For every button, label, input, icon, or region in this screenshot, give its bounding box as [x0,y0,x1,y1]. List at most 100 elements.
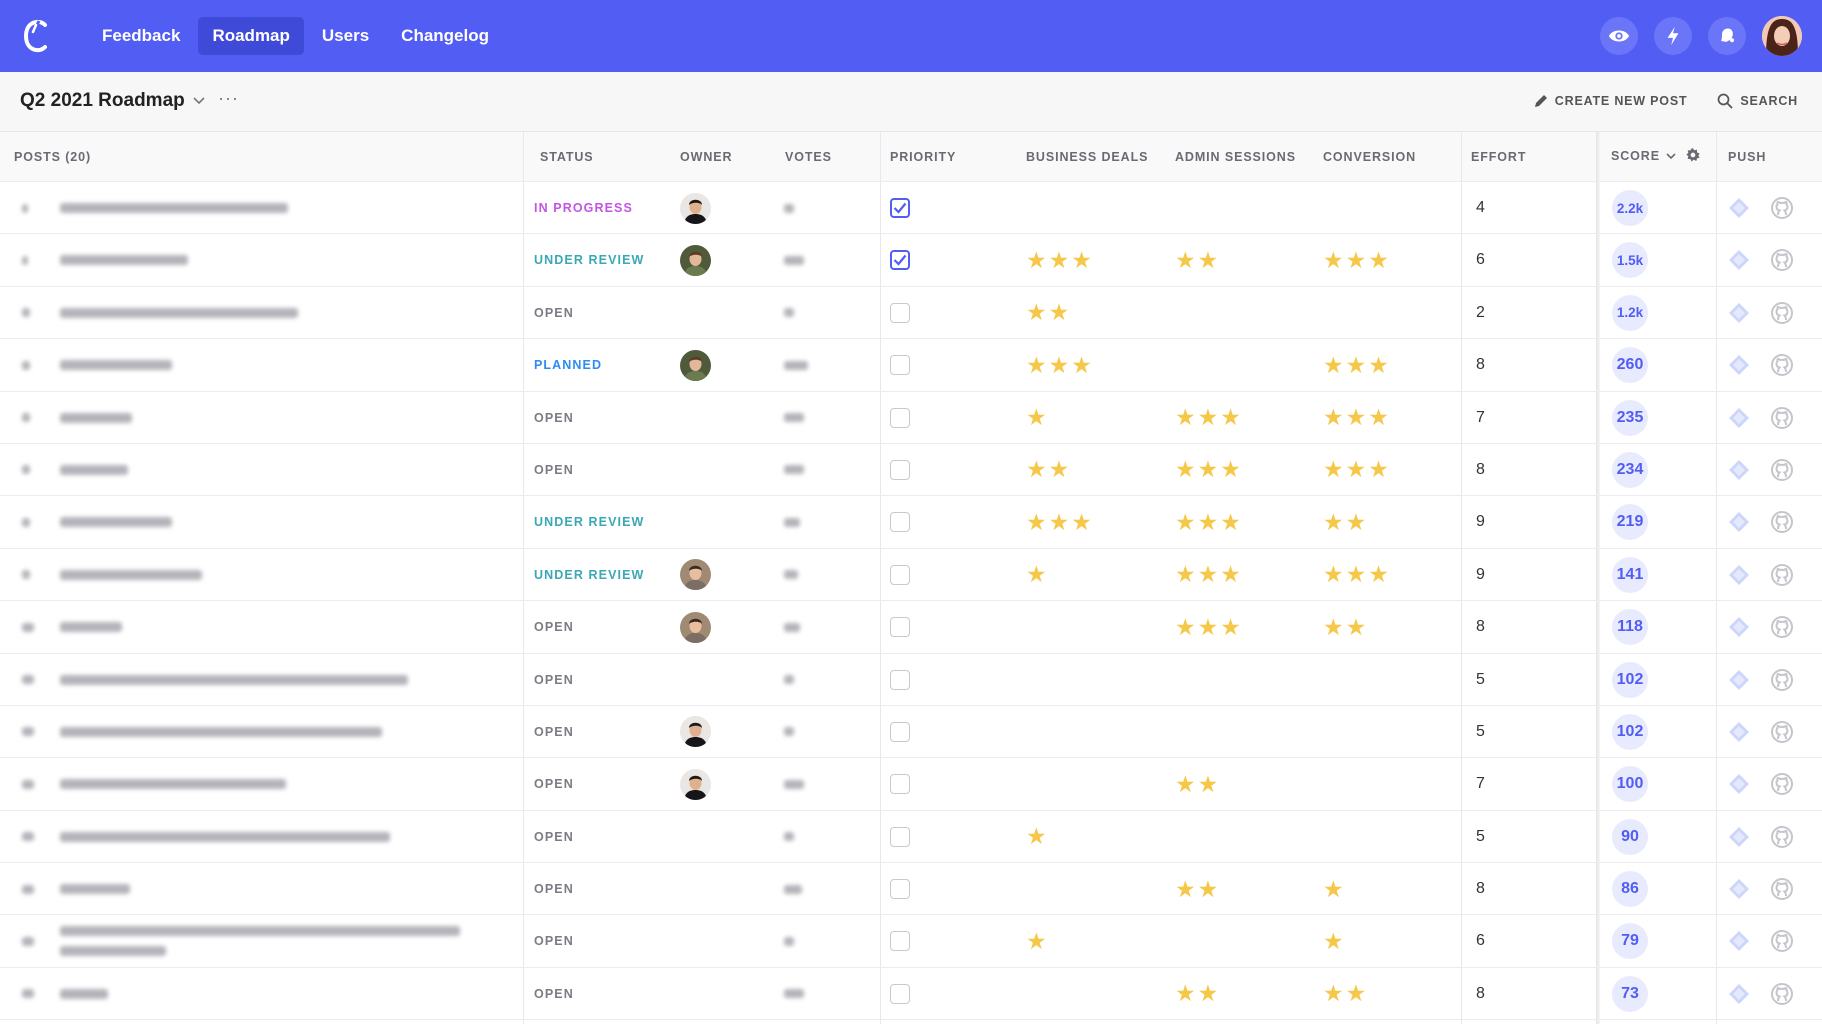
status-label[interactable]: OPEN [534,863,574,915]
admin-sessions-rating[interactable]: ★★ [1175,234,1220,286]
effort-value[interactable]: 8 [1476,444,1485,496]
owner-cell[interactable] [680,234,711,286]
owner-avatar[interactable] [680,349,711,381]
column-header-status[interactable]: STATUS [540,150,594,164]
push-integration-diamond-icon[interactable] [1728,407,1750,429]
owner-cell[interactable] [680,339,711,391]
table-row[interactable]: PLANNED ★★★ ★★★ 8 260 [0,339,1822,392]
table-row[interactable]: OPEN 5 102 [0,654,1822,706]
status-label[interactable]: OPEN [534,654,574,706]
priority-checkbox[interactable] [890,512,910,533]
github-icon[interactable] [1770,615,1794,639]
post-title[interactable] [60,811,390,863]
business-deals-rating[interactable]: ★ [1026,811,1049,863]
github-icon[interactable] [1770,668,1794,692]
github-icon[interactable] [1770,353,1794,377]
owner-avatar[interactable] [680,192,711,224]
create-new-post-button[interactable]: CREATE NEW POST [1534,94,1688,108]
table-row[interactable]: UNDER REVIEW ★★★ ★★★ ★★ 9 219 [0,496,1822,549]
table-row[interactable]: OPEN ★ ★★★ ★★★ 7 235 [0,392,1822,444]
column-header-effort[interactable]: EFFORT [1471,150,1526,164]
owner-cell[interactable] [680,182,711,234]
view-as-button[interactable] [1600,17,1638,55]
post-title[interactable] [60,549,202,601]
table-row[interactable]: OPEN ★★ ★★★ ★★★ 8 234 [0,444,1822,497]
score-badge[interactable]: 235 [1612,399,1648,436]
admin-sessions-rating[interactable]: ★★★ [1175,392,1243,444]
post-title[interactable] [60,234,188,286]
effort-value[interactable]: 5 [1476,654,1485,706]
owner-avatar[interactable] [680,611,711,643]
admin-sessions-rating[interactable]: ★★ [1175,863,1220,915]
owner-cell[interactable] [680,549,711,601]
push-integration-diamond-icon[interactable] [1728,459,1750,481]
notifications-button[interactable] [1708,17,1746,55]
post-title[interactable] [60,915,460,967]
status-label[interactable]: OPEN [534,444,574,496]
priority-checkbox[interactable] [890,983,910,1004]
board-selector[interactable]: Q2 2021 Roadmap [20,90,205,112]
conversion-rating[interactable]: ★★★ [1323,444,1391,496]
score-badge[interactable]: 2.2k [1612,190,1648,226]
owner-cell[interactable] [680,758,711,810]
table-row[interactable]: UNDER REVIEW ★ ★★★ ★★★ 9 141 [0,549,1822,602]
score-badge[interactable]: 118 [1612,609,1648,646]
priority-checkbox[interactable] [890,564,910,585]
conversion-rating[interactable]: ★★★ [1323,339,1391,391]
push-integration-diamond-icon[interactable] [1728,511,1750,533]
priority-checkbox[interactable] [890,774,910,795]
priority-checkbox[interactable] [890,355,910,376]
github-icon[interactable] [1770,877,1794,901]
admin-sessions-rating[interactable]: ★★ [1175,758,1220,810]
effort-value[interactable]: 6 [1476,234,1485,286]
score-badge[interactable]: 86 [1612,871,1648,908]
push-integration-diamond-icon[interactable] [1728,983,1750,1005]
table-row[interactable]: OPEN ★★ 7 100 [0,758,1822,811]
score-badge[interactable]: 1.5k [1612,242,1648,279]
table-row[interactable]: OPEN ★ ★ 6 79 [0,915,1822,968]
business-deals-rating[interactable]: ★ [1026,549,1049,601]
table-row[interactable]: OPEN ★★★ ★★ 8 118 [0,601,1822,654]
priority-checkbox[interactable] [890,826,910,847]
owner-avatar[interactable] [680,768,711,800]
post-title[interactable] [60,601,122,653]
post-title[interactable] [60,758,286,810]
nav-changelog[interactable]: Changelog [387,17,503,55]
conversion-rating[interactable]: ★★ [1323,496,1368,548]
status-label[interactable]: OPEN [534,287,574,339]
post-title[interactable] [60,496,172,548]
conversion-rating[interactable]: ★ [1323,863,1346,915]
effort-value[interactable]: 2 [1476,287,1485,339]
push-integration-diamond-icon[interactable] [1728,826,1750,848]
status-label[interactable]: UNDER REVIEW [534,496,644,548]
priority-checkbox[interactable] [890,250,910,271]
score-badge[interactable]: 234 [1612,451,1648,488]
github-icon[interactable] [1770,825,1794,849]
owner-cell[interactable] [680,601,711,653]
column-header-priority[interactable]: PRIORITY [890,150,956,164]
status-label[interactable]: PLANNED [534,339,602,391]
push-integration-diamond-icon[interactable] [1728,669,1750,691]
post-title[interactable] [60,654,408,706]
post-title[interactable] [60,339,172,391]
table-row[interactable]: OPEN ★★ 2 1.2k [0,287,1822,340]
score-badge[interactable]: 90 [1612,818,1648,855]
conversion-rating[interactable]: ★★ [1323,601,1368,653]
table-row[interactable]: OPEN 5 102 [0,706,1822,759]
github-icon[interactable] [1770,248,1794,272]
admin-sessions-rating[interactable]: ★★★ [1175,444,1243,496]
effort-value[interactable]: 6 [1476,915,1485,967]
column-header-score[interactable]: SCORE [1611,149,1676,163]
status-label[interactable]: OPEN [534,706,574,758]
status-label[interactable]: IN PROGRESS [534,182,633,234]
post-title[interactable] [60,706,382,758]
github-icon[interactable] [1770,720,1794,744]
status-label[interactable]: OPEN [534,968,574,1020]
status-label[interactable]: OPEN [534,601,574,653]
user-avatar[interactable] [1762,16,1802,56]
owner-avatar[interactable] [680,559,711,591]
push-integration-diamond-icon[interactable] [1728,930,1750,952]
github-icon[interactable] [1770,929,1794,953]
push-integration-diamond-icon[interactable] [1728,354,1750,376]
push-integration-diamond-icon[interactable] [1728,564,1750,586]
